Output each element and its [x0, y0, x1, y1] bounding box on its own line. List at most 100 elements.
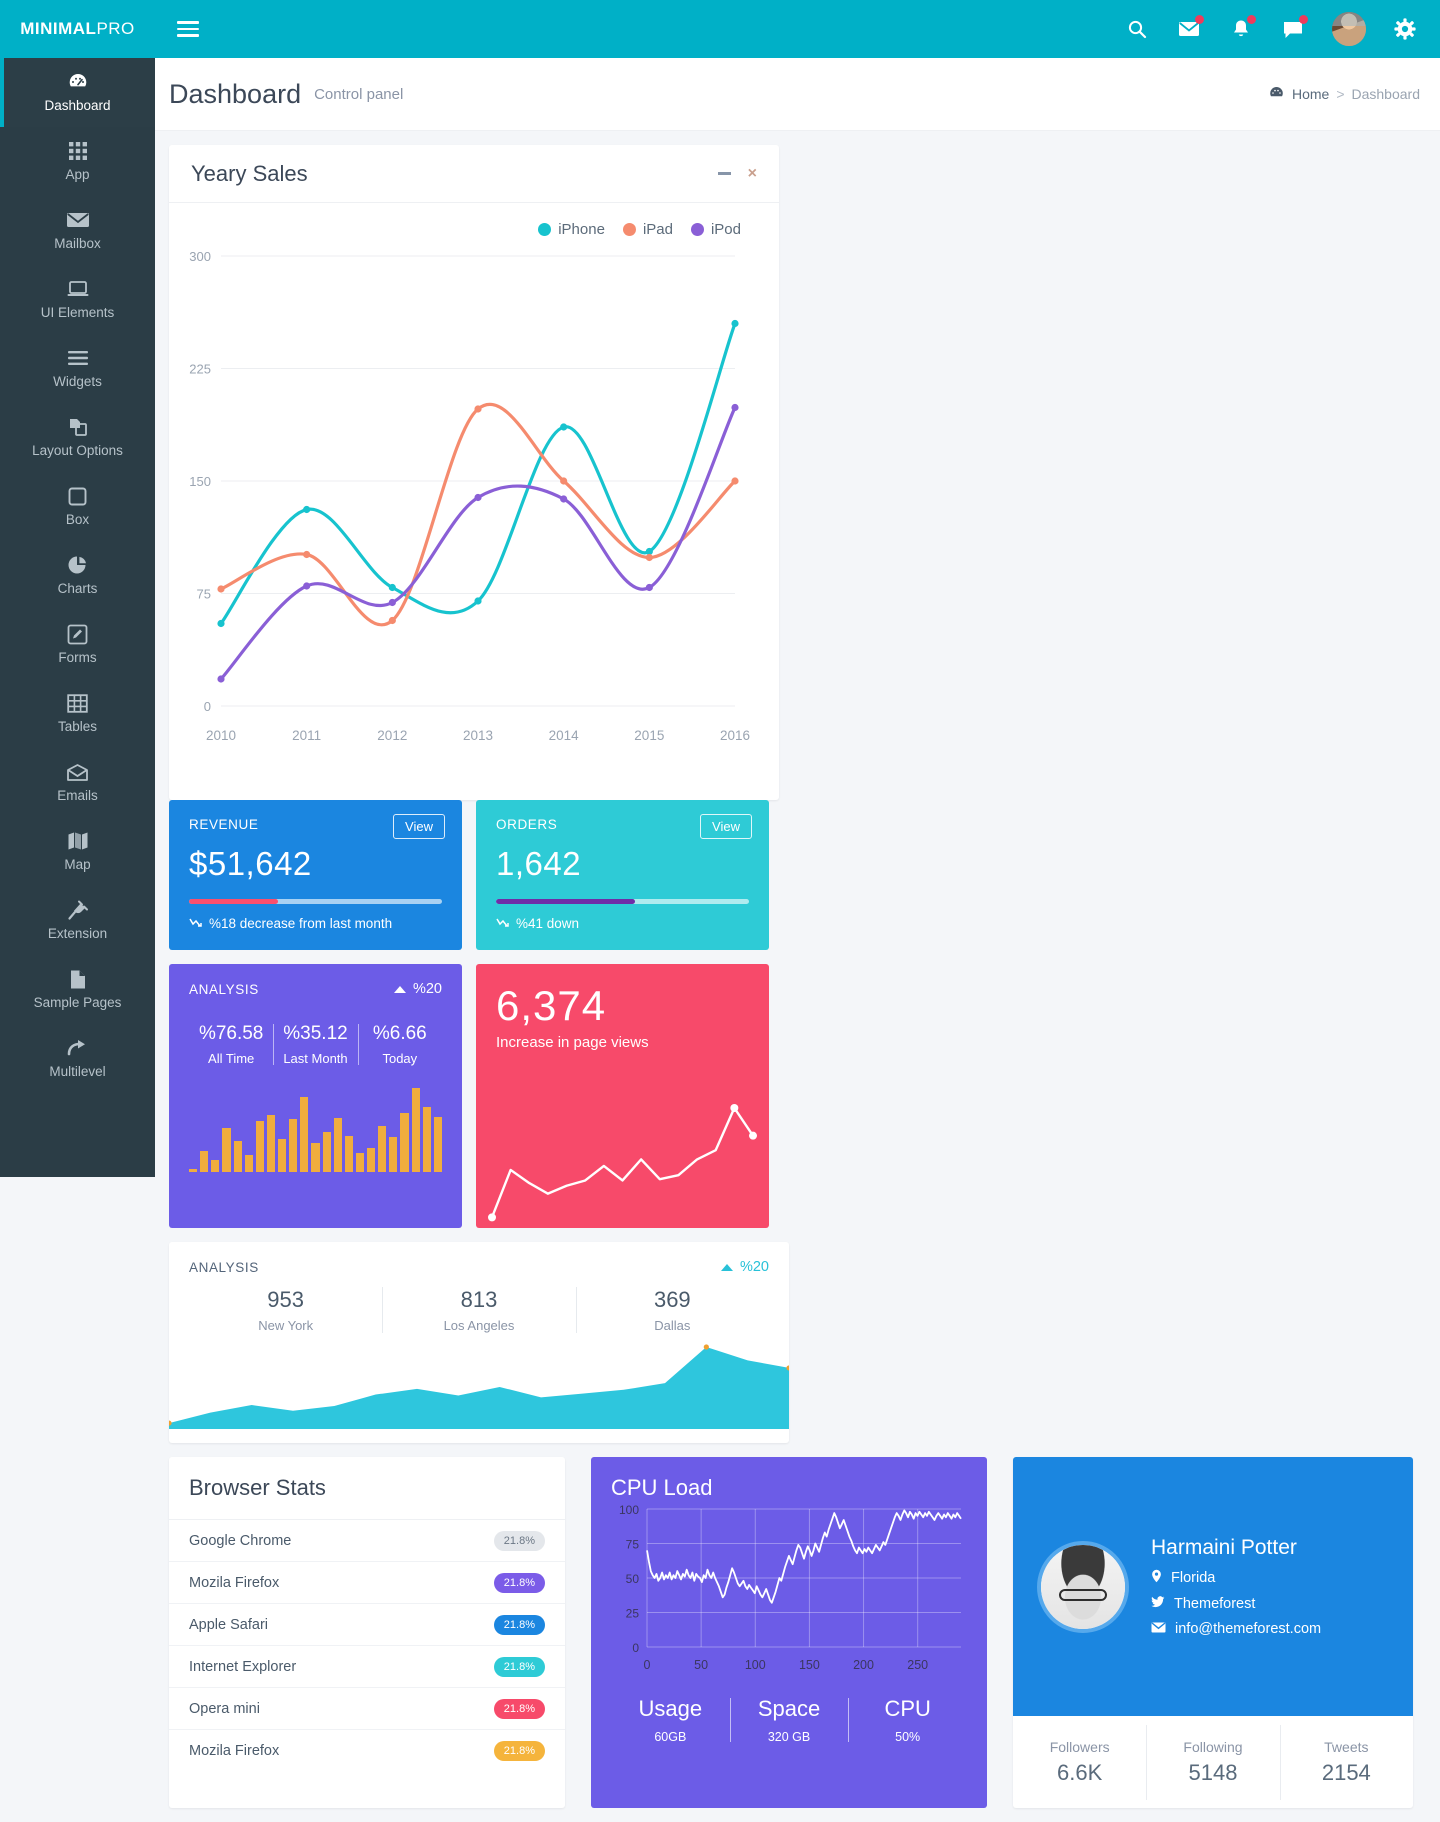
hamburger-menu-icon[interactable] [177, 18, 199, 40]
open-envelope-icon [66, 761, 89, 783]
svg-text:2014: 2014 [549, 728, 580, 743]
status-badge: 21.8% [493, 1698, 545, 1719]
trend-down-icon [496, 916, 509, 931]
list-item[interactable]: Mozila Firefox 21.8% [169, 1562, 565, 1604]
search-icon[interactable] [1124, 16, 1150, 42]
bar [433, 1116, 442, 1172]
bell-icon[interactable] [1228, 15, 1256, 42]
list-item[interactable]: Internet Explorer 21.8% [169, 1646, 565, 1688]
orders-view-button[interactable]: View [700, 814, 752, 839]
sidebar-item-label: Dashboard [44, 98, 111, 114]
sidebar-item-forms[interactable]: Forms [0, 610, 155, 679]
sidebar-item-map[interactable]: Map [0, 817, 155, 886]
sidebar-item-layout-options[interactable]: Layout Options [0, 403, 155, 472]
speedometer-icon [67, 71, 89, 93]
metric-value: 2154 [1321, 1759, 1371, 1785]
list-item[interactable]: Opera mini 21.8% [169, 1688, 565, 1730]
bar [355, 1152, 364, 1172]
trend-up-icon [393, 985, 406, 993]
breadcrumb-home[interactable]: Home [1292, 86, 1329, 102]
browser-name: Mozila Firefox [189, 1574, 280, 1591]
sidebar-item-ui-elements[interactable]: UI Elements [0, 265, 155, 334]
svg-text:225: 225 [189, 362, 211, 377]
plug-icon [67, 899, 89, 921]
gear-icon[interactable] [1392, 16, 1418, 42]
browser-name: Apple Safari [189, 1616, 268, 1633]
sidebar-item-label: Mailbox [54, 236, 101, 252]
profile-twitter: Themeforest [1174, 1596, 1256, 1612]
orders-stat-card: ORDERS View 1,642 %41 down [476, 800, 769, 950]
metric-value: Space [757, 1696, 821, 1721]
orders-value: 1,642 [496, 845, 582, 882]
svg-text:2013: 2013 [463, 728, 493, 743]
sidebar-item-box[interactable]: Box [0, 472, 155, 541]
envelope-icon [66, 209, 90, 231]
sidebar-item-dashboard[interactable]: Dashboard [0, 58, 155, 127]
cpu-load-chart: 0 25 50 75 100 0 50 100 150 200 250 [619, 1503, 962, 1672]
svg-text:75: 75 [197, 587, 211, 602]
analysis-wide-percent: %20 [720, 1259, 769, 1275]
revenue-view-button[interactable]: View [393, 814, 445, 839]
arrow-curve-icon [67, 1037, 89, 1059]
sidebar-item-label: Box [65, 512, 90, 528]
legend-label: iPhone [558, 221, 605, 238]
mail-icon[interactable] [1176, 15, 1204, 42]
legend-swatch [538, 223, 552, 236]
page-header: Dashboard Control panel Home > Dashboard [155, 58, 1440, 131]
yearly-sales-chart: 0 75 150 225 300 2010 2011 2012 2013 2014 2015 2016 [189, 249, 750, 743]
bar [211, 1159, 220, 1172]
list-item[interactable]: Google Chrome 21.8% [169, 1520, 565, 1562]
sidebar-item-charts[interactable]: Charts [0, 541, 155, 610]
metric: 813 Los Angeles [382, 1287, 575, 1333]
sidebar-item-label: Sample Pages [33, 995, 122, 1011]
bar [389, 1136, 398, 1172]
svg-text:2012: 2012 [377, 728, 407, 743]
sidebar-item-tables[interactable]: Tables [0, 679, 155, 748]
close-button[interactable]: × [748, 165, 757, 182]
metric-key: Los Angeles [443, 1318, 515, 1333]
legend-item-iphone[interactable]: iPhone [538, 221, 605, 238]
mail-badge-dot [1195, 15, 1204, 24]
metric: 369 Dallas [575, 1287, 769, 1333]
revenue-sub-text: %18 decrease from last month [209, 916, 393, 931]
bar [344, 1135, 353, 1172]
bar [189, 1169, 198, 1172]
breadcrumb: Home > Dashboard [1268, 85, 1420, 103]
brand-light: PRO [96, 19, 135, 38]
sidebar-item-extension[interactable]: Extension [0, 886, 155, 955]
metric-value: 5148 [1188, 1759, 1238, 1785]
profile-email: info@themeforest.com [1175, 1621, 1322, 1637]
metric: Usage 60GB [611, 1696, 730, 1744]
sidebar-item-sample-pages[interactable]: Sample Pages [0, 955, 155, 1024]
cpu-load-title: CPU Load [611, 1475, 713, 1500]
svg-text:2016: 2016 [720, 728, 750, 743]
sidebar-item-multilevel[interactable]: Multilevel [0, 1024, 155, 1093]
analysis-wide-label: ANALYSIS [189, 1259, 259, 1275]
metric-value: Usage [638, 1696, 703, 1721]
legend-label: iPad [642, 221, 673, 238]
chat-icon[interactable] [1280, 15, 1308, 42]
cpu-load-card: CPU Load 0 25 50 75 100 0 50 100 150 200 250 Usage… [591, 1457, 987, 1808]
metric-key: Today [382, 1051, 418, 1066]
breadcrumb-separator: > [1336, 86, 1345, 102]
brand-logo[interactable]: MINIMAL PRO [0, 0, 155, 58]
status-badge: 21.8% [493, 1572, 545, 1593]
envelope-icon [1151, 1621, 1166, 1637]
avatar[interactable] [1332, 12, 1366, 46]
metric: %35.12 Last Month [273, 1023, 357, 1066]
copy-icon [67, 416, 89, 438]
legend-item-ipod[interactable]: iPod [690, 221, 741, 238]
sidebar-item-app[interactable]: App [0, 127, 155, 196]
sidebar-item-emails[interactable]: Emails [0, 748, 155, 817]
sidebar-item-mailbox[interactable]: Mailbox [0, 196, 155, 265]
file-icon [69, 968, 87, 990]
list-item[interactable]: Mozila Firefox 21.8% [169, 1730, 565, 1772]
svg-text:100: 100 [745, 1658, 766, 1672]
profile-location-row: Florida [1151, 1569, 1321, 1587]
profile-name: Harmaini Potter [1151, 1536, 1297, 1559]
minimize-button[interactable] [717, 172, 731, 175]
list-item[interactable]: Apple Safari 21.8% [169, 1604, 565, 1646]
sidebar-item-widgets[interactable]: Widgets [0, 334, 155, 403]
legend-item-ipad[interactable]: iPad [622, 221, 673, 238]
svg-text:2010: 2010 [206, 728, 236, 743]
